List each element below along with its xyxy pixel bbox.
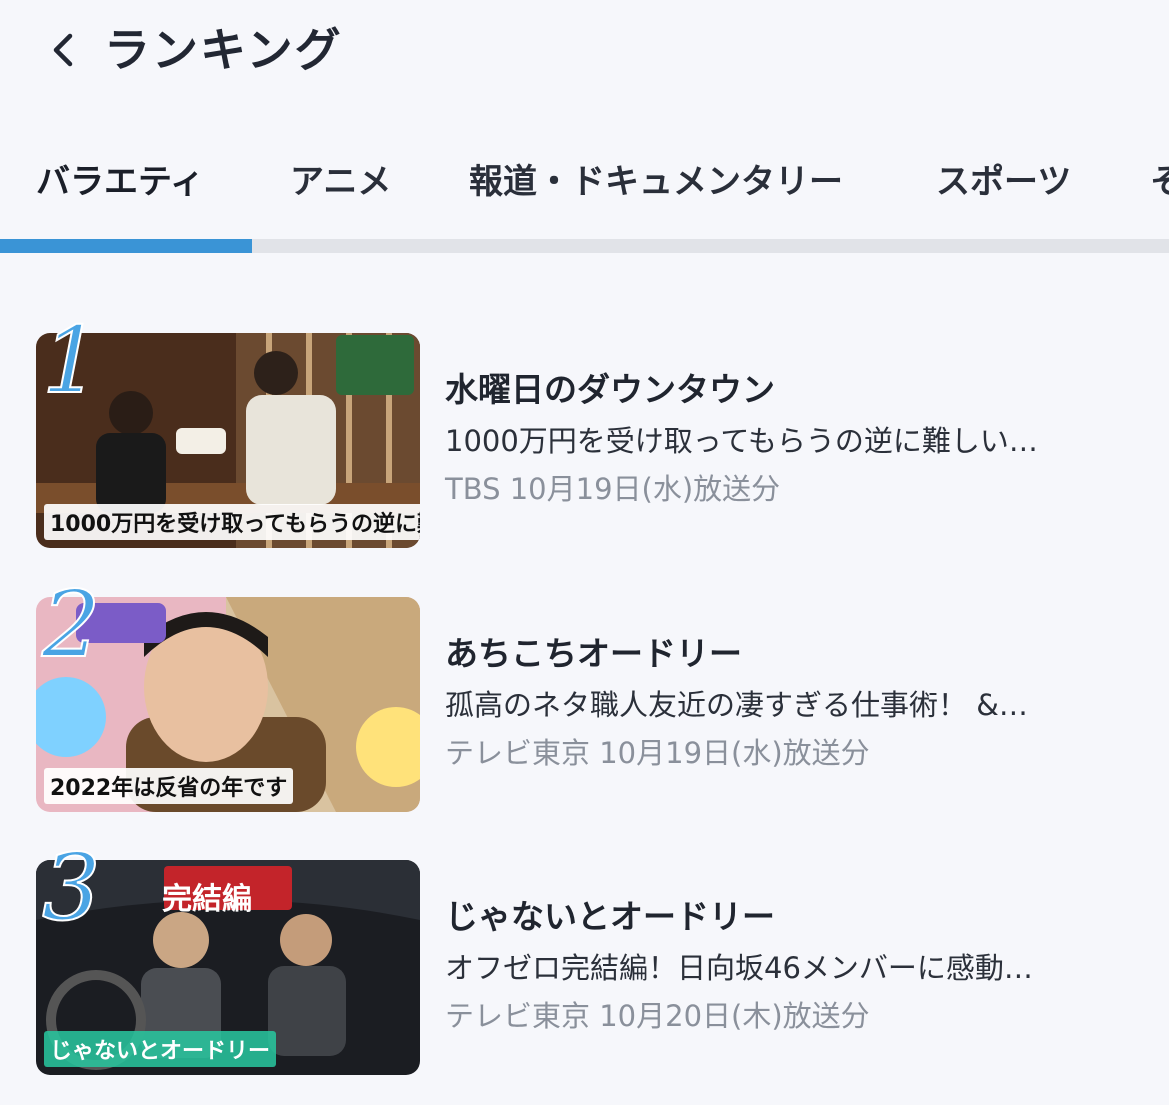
back-button[interactable] xyxy=(34,18,94,82)
tab-sports[interactable]: スポーツ xyxy=(936,150,1071,214)
program-info: あちこちオードリー 孤高のネタ職人友近の凄すぎる仕事術！ &… テレビ東京 10… xyxy=(445,631,1145,775)
episode-description: オフゼロ完結編！日向坂46メンバーに感動… xyxy=(445,951,1033,985)
episode-description: 1000万円を受け取ってもらうの逆に難しい… xyxy=(445,424,1038,458)
rank-number: 2 xyxy=(41,571,102,678)
thumbnail-caption: じゃないとオードリー xyxy=(44,1031,277,1067)
ranking-item[interactable]: 3 完結編 じゃないとオードリー じゃないとオードリー オフゼロ完結編！日向坂4… xyxy=(0,837,1169,1080)
page-title: ランキング xyxy=(104,23,343,77)
category-tabs: バラエティ アニメ 報道・ドキュメンタリー スポーツ そ xyxy=(0,150,1169,214)
program-title: あちこちオードリー xyxy=(445,634,742,673)
episode-description: 孤高のネタ職人友近の凄すぎる仕事術！ &… xyxy=(445,688,1028,722)
program-info: じゃないとオードリー オフゼロ完結編！日向坂46メンバーに感動… テレビ東京 1… xyxy=(445,894,1145,1038)
rank-number: 3 xyxy=(41,834,102,941)
ranking-item[interactable]: 2 2022年は反省の年です あちこちオードリー 孤高のネタ職人友近の凄すぎる仕… xyxy=(0,574,1169,817)
tab-anime[interactable]: アニメ xyxy=(290,150,391,214)
broadcast-info: テレビ東京 10月19日(水)放送分 xyxy=(445,736,870,770)
ranking-item[interactable]: 1 1000万円を受け取ってもらうの逆に難しい説 水曜日のダウンタウン 1000… xyxy=(0,310,1169,553)
broadcast-info: テレビ東京 10月20日(木)放送分 xyxy=(445,999,870,1033)
thumbnail-banner: 完結編 xyxy=(162,882,252,917)
rank-number: 1 xyxy=(41,307,102,414)
program-info: 水曜日のダウンタウン 1000万円を受け取ってもらうの逆に難しい… TBS 10… xyxy=(445,367,1145,511)
chevron-left-icon xyxy=(53,33,73,67)
program-title: 水曜日のダウンタウン xyxy=(445,370,775,409)
thumbnail-caption: 1000万円を受け取ってもらうの逆に難しい説 xyxy=(44,504,420,540)
tab-variety[interactable]: バラエティ xyxy=(36,150,204,214)
program-title: じゃないとオードリー xyxy=(445,897,775,936)
app-header: ランキング xyxy=(0,0,1169,110)
thumbnail-caption: 2022年は反省の年です xyxy=(44,768,294,804)
tab-news-documentary[interactable]: 報道・ドキュメンタリー xyxy=(469,150,843,214)
active-tab-indicator xyxy=(0,239,252,253)
tab-other[interactable]: そ xyxy=(1150,150,1169,214)
broadcast-info: TBS 10月19日(水)放送分 xyxy=(445,472,781,506)
